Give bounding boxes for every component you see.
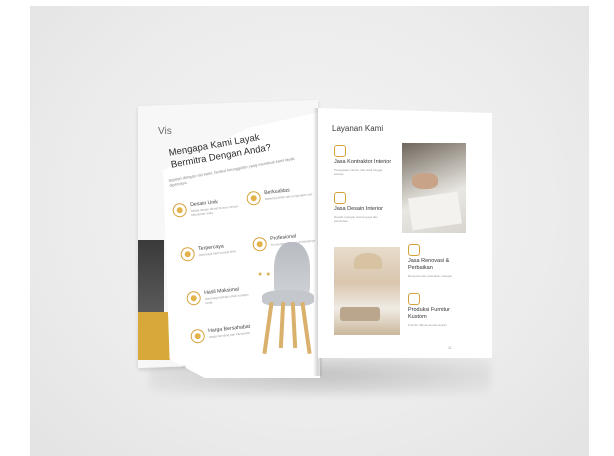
back-page-photo <box>138 240 164 312</box>
right-page-number: 11 <box>448 346 452 350</box>
back-page-title: Vis <box>158 126 172 137</box>
tools-icon <box>408 244 420 256</box>
blueprint-icon <box>172 202 188 218</box>
lamp-shape <box>354 253 382 269</box>
blueprint-paper <box>408 191 462 231</box>
sofa-shape <box>340 307 380 321</box>
service-title: Produksi Furnitur Kustom <box>408 307 450 320</box>
handshake-icon <box>180 246 196 262</box>
service-title: Jasa Desain Interior <box>334 206 383 212</box>
service-desc: Pengerjaan interior dari awal hingga sel… <box>334 168 383 176</box>
service-item: Jasa Desain Interior Desain ruangan sesu… <box>334 192 394 223</box>
service-item: Jasa Kontraktor Interior Pengerjaan inte… <box>334 145 394 176</box>
service-desc: Desain ruangan sesuai gaya dan kebutuhan <box>334 215 378 223</box>
chair-leg <box>300 301 312 355</box>
hand-shape <box>412 173 438 189</box>
chair-leg <box>262 301 274 355</box>
service-desc: Furnitur dibuat sesuai ukuran <box>408 323 447 327</box>
service-item: Produksi Furnitur Kustom Furnitur dibuat… <box>408 293 468 327</box>
service-title: Jasa Renovasi & Perbaikan <box>408 258 450 271</box>
service-item: Jasa Renovasi & Perbaikan Renovasi dan p… <box>408 244 468 278</box>
chair-leg <box>290 301 298 349</box>
right-page-title: Layanan Kami <box>332 124 384 133</box>
thumbs-up-icon <box>186 290 202 306</box>
quality-badge-icon <box>246 190 262 206</box>
photo-frame: Vis Mengapa Kami Layak Bermitra Dengan A… <box>0 0 614 456</box>
service-title: Jasa Kontraktor Interior <box>334 159 392 165</box>
chair-photo <box>252 238 320 358</box>
blueprint-icon <box>334 192 346 204</box>
service-desc: Renovasi dan perbaikan ruangan <box>408 274 453 278</box>
interior-room-photo <box>334 247 400 335</box>
money-icon <box>190 328 206 344</box>
designer-drawing-photo <box>402 143 466 233</box>
hardhat-icon <box>334 145 346 157</box>
furniture-icon <box>408 293 420 305</box>
chair-leg <box>278 301 286 349</box>
back-page-gold-block <box>138 312 172 360</box>
left-page-number: 10 <box>182 365 186 369</box>
